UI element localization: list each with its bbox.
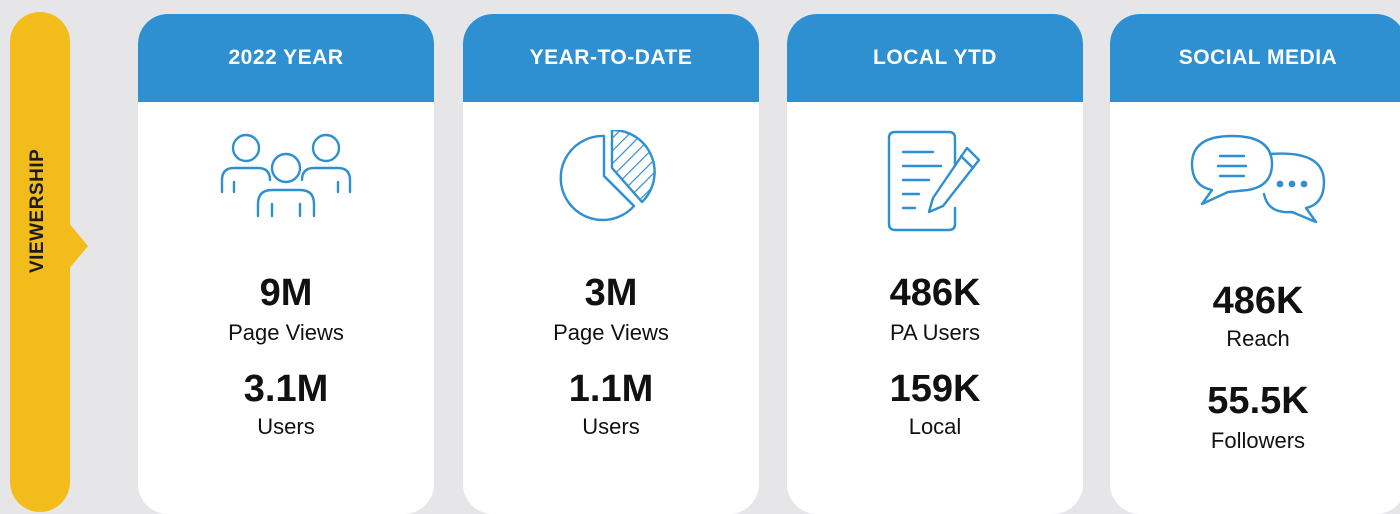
card-title: LOCAL YTD	[787, 14, 1083, 102]
stat-label: Followers	[1210, 428, 1306, 453]
card-title: 2022 YEAR	[138, 14, 434, 102]
document-edit-icon	[887, 130, 981, 232]
stat-label: Reach	[1226, 326, 1290, 351]
stat-value: 1.1M	[568, 368, 654, 410]
stat-value: 55.5K	[1207, 380, 1309, 422]
people-group-icon	[220, 133, 352, 218]
card-title: YEAR-TO-DATE	[463, 14, 759, 102]
stat-value: 3.1M	[243, 368, 329, 410]
stat-label: Page Views	[553, 320, 669, 345]
stat-value: 486K	[1212, 280, 1304, 322]
stat-value: 3M	[584, 272, 638, 314]
stat-label: Page Views	[228, 320, 344, 345]
stat-value: 486K	[889, 272, 981, 314]
stat-label: Local	[908, 414, 962, 439]
card-social-media: SOCIAL MEDIA 486K Reach 55.5K Followers	[1110, 14, 1400, 514]
stat-label: Users	[257, 414, 315, 439]
side-tab-arrow	[68, 222, 88, 270]
stat-label: Users	[582, 414, 640, 439]
card-title: SOCIAL MEDIA	[1110, 14, 1400, 102]
card-local-ytd: LOCAL YTD 486K PA Users 159K Local	[787, 14, 1083, 514]
pie-chart-icon	[559, 130, 656, 222]
stat-value: 9M	[259, 272, 313, 314]
stat-label: PA Users	[889, 320, 981, 345]
side-tab-label: VIEWERSHIP	[27, 148, 48, 273]
card-year-to-date: YEAR-TO-DATE 3M Page Views 1.1M Users	[463, 14, 759, 514]
stat-value: 159K	[889, 368, 981, 410]
card-2022-year: 2022 YEAR 9M Page Views 3.1M Users	[138, 14, 434, 514]
chat-bubbles-icon	[1190, 134, 1326, 224]
